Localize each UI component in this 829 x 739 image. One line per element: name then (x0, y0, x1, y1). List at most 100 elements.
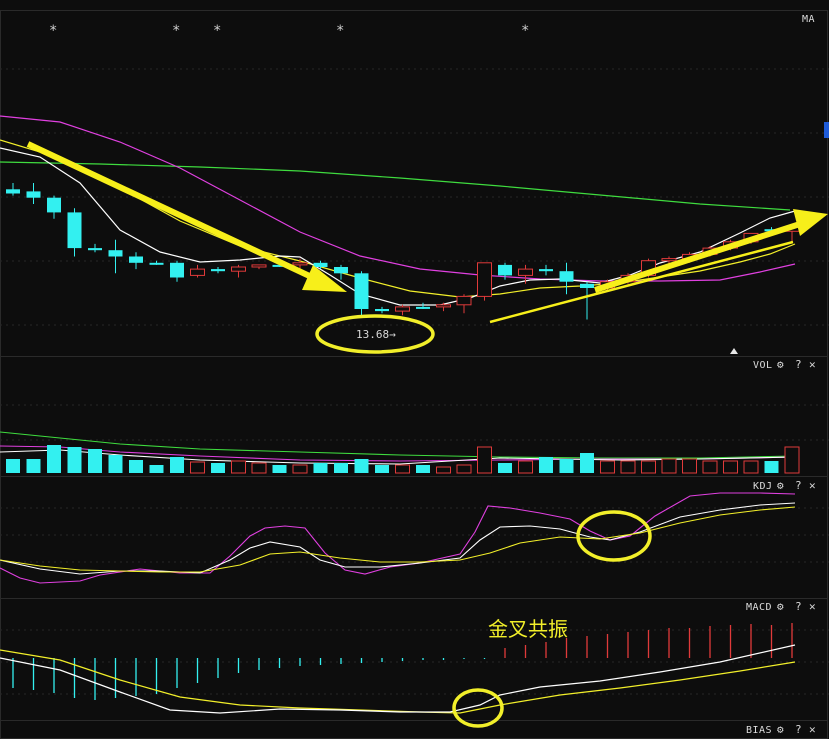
candle-body (170, 262, 184, 278)
candle-body (108, 250, 123, 257)
kdj-help-icon[interactable]: ? (795, 479, 802, 492)
candle-body (190, 268, 205, 276)
volume-bar (108, 455, 123, 473)
candle-body (436, 304, 451, 308)
volume-bar (313, 463, 328, 473)
kdj-panel-title: KDJ (753, 481, 773, 492)
candle-body (416, 306, 430, 309)
candle-body (518, 268, 533, 276)
signal-star-marker: * (521, 23, 530, 39)
candle-body (354, 273, 369, 309)
macd-panel-frame (0, 598, 828, 721)
kdj-k-line (0, 502, 796, 575)
volume-bar (251, 462, 267, 474)
bias-close-icon[interactable]: ✕ (809, 723, 816, 736)
up-trend-arrowhead (793, 209, 828, 236)
gridlines (0, 68, 829, 695)
candle-body (251, 264, 267, 268)
bias-help-icon[interactable]: ? (795, 723, 802, 736)
low-price-label: 13.68→ (356, 328, 396, 341)
candle-body (395, 306, 410, 312)
candle-body (580, 283, 594, 288)
macd-dea-line (0, 649, 796, 714)
signal-star-marker: * (49, 23, 58, 39)
bias-panel-frame (0, 720, 828, 739)
vol-close-icon[interactable]: ✕ (809, 358, 816, 371)
recovery-trend-line (489, 240, 794, 324)
macd-help-icon[interactable]: ? (795, 600, 802, 613)
candle-body (47, 197, 61, 213)
candle-body (661, 258, 677, 262)
price-scale-marker (824, 122, 829, 138)
kdj-lines (0, 492, 796, 584)
volume-bar (334, 463, 348, 473)
candle-body (375, 309, 389, 312)
vol-help-icon[interactable]: ? (795, 358, 802, 371)
macd-panel-title: MACD (746, 602, 773, 613)
candle-body (26, 191, 41, 198)
golden-cross-annotation: 金叉共振 (488, 617, 568, 641)
signal-star-marker: * (213, 23, 222, 39)
volume-bar (498, 463, 512, 473)
candle-body (231, 266, 246, 272)
volume-bar (641, 460, 656, 474)
candle-body (129, 256, 143, 263)
macd-close-icon[interactable]: ✕ (809, 600, 816, 613)
low-price-arrow-icon: → (389, 328, 396, 341)
candle-body (477, 262, 492, 297)
candle-body (6, 189, 20, 194)
candle-body (88, 248, 102, 251)
macd-settings-gear-icon[interactable]: ⚙ (777, 600, 784, 613)
candle-body (539, 269, 553, 272)
volume-bar (764, 461, 779, 473)
candlesticks (6, 183, 800, 320)
candle-body (313, 262, 328, 267)
volume-bar (231, 460, 246, 474)
volume-bar (170, 457, 184, 473)
candle-body (334, 267, 348, 274)
chart-canvas (0, 10, 829, 739)
volume-bar (67, 447, 82, 473)
kdj-settings-gear-icon[interactable]: ⚙ (777, 479, 784, 492)
low-price-value: 13.68 (356, 328, 390, 341)
candle-body (67, 212, 82, 249)
macd-dif-line (0, 644, 796, 714)
volume-bar (88, 449, 102, 473)
volume-bar (743, 460, 759, 474)
ma5-line (0, 147, 796, 306)
volume-bar (456, 464, 472, 474)
signal-star-marker: * (336, 23, 345, 39)
candle-body (211, 269, 225, 272)
kdj-d-line (0, 506, 796, 573)
signal-star-marker: * (172, 23, 181, 39)
candle-body (559, 271, 574, 282)
current-bar-marker (730, 348, 738, 354)
trend-arrows (26, 141, 828, 324)
volume-bar (436, 466, 451, 474)
candle-body (149, 262, 164, 265)
kdj-close-icon[interactable]: ✕ (809, 479, 816, 492)
volume-bar (682, 458, 697, 474)
volume-bar (26, 459, 41, 473)
volume-bar (354, 459, 369, 473)
volume-bar (661, 458, 677, 474)
volume-bar (395, 464, 410, 474)
volume-bar (580, 453, 594, 473)
panel-frames (0, 10, 828, 739)
macd-lines (0, 644, 796, 714)
volume-bar (539, 457, 553, 473)
volume-bar (375, 465, 389, 473)
volume-bar (211, 463, 225, 473)
volume-bar (272, 465, 287, 473)
volume-bar (559, 459, 574, 473)
volume-bar (6, 459, 20, 473)
volume-bar (518, 460, 533, 474)
volume-bar (477, 446, 492, 474)
candle-body (456, 295, 472, 306)
volume-bar (416, 465, 430, 473)
bias-settings-gear-icon[interactable]: ⚙ (777, 723, 784, 736)
price-ma-lines (0, 115, 796, 306)
vol-settings-gear-icon[interactable]: ⚙ (777, 358, 784, 371)
price-indicator-label: MA (802, 14, 816, 25)
volume-bar (292, 464, 308, 474)
